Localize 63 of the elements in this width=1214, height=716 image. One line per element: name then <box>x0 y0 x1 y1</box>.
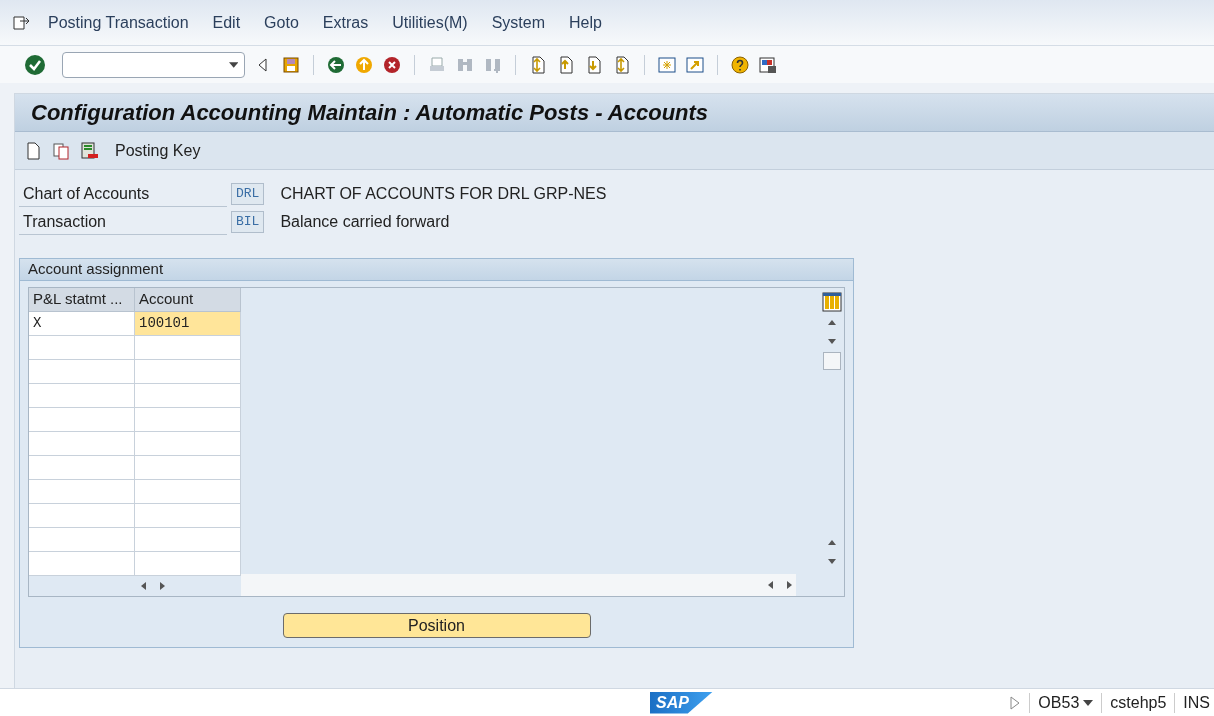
table-cell[interactable] <box>29 480 135 504</box>
table-cell[interactable] <box>29 432 135 456</box>
table-cell[interactable] <box>135 480 241 504</box>
field-description: Balance carried forward <box>280 212 450 232</box>
sap-logo: SAP <box>650 691 713 714</box>
field-description: CHART OF ACCOUNTS FOR DRL GRP-NES <box>280 184 607 204</box>
menu-icon[interactable] <box>12 13 32 32</box>
cancel-icon[interactable] <box>382 54 402 75</box>
table-cell[interactable] <box>135 360 241 384</box>
column-header[interactable]: P&L statmt ... <box>29 288 135 312</box>
expand-icon[interactable] <box>1009 694 1022 711</box>
command-field[interactable] <box>62 51 245 78</box>
dropdown-icon[interactable] <box>228 61 238 68</box>
input-mode: INS <box>1183 692 1211 713</box>
transaction-code: OB53 <box>1038 692 1080 713</box>
table-cell[interactable] <box>135 432 241 456</box>
copy-icon[interactable] <box>51 140 71 161</box>
table-cell[interactable] <box>135 336 241 360</box>
layout-icon[interactable] <box>758 54 778 75</box>
save-icon[interactable] <box>281 54 301 75</box>
position-button[interactable]: Position <box>282 613 591 638</box>
table-cell[interactable] <box>135 408 241 432</box>
table-cell[interactable]: 100101 <box>135 312 241 336</box>
dropdown-icon[interactable] <box>1083 699 1094 706</box>
field-label: Transaction <box>19 209 227 235</box>
table-cell[interactable] <box>29 360 135 384</box>
menu-item[interactable]: Help <box>569 10 602 35</box>
table-cell[interactable] <box>135 384 241 408</box>
menu-item[interactable]: Posting Transaction <box>48 10 189 35</box>
table-cell[interactable] <box>29 384 135 408</box>
menu-item[interactable]: Extras <box>322 10 369 35</box>
table-cell[interactable] <box>29 408 135 432</box>
field-label: Chart of Accounts <box>19 181 227 207</box>
table-cell[interactable] <box>29 336 135 360</box>
menu-item[interactable]: Goto <box>264 10 299 35</box>
scroll-thumb[interactable] <box>823 352 841 370</box>
shortcut-icon[interactable] <box>685 54 705 75</box>
help-icon[interactable] <box>730 54 750 75</box>
table-cell[interactable] <box>135 456 241 480</box>
back-icon[interactable] <box>326 54 346 75</box>
table-cell[interactable] <box>135 504 241 528</box>
table-cell[interactable] <box>135 528 241 552</box>
table-cell[interactable]: X <box>29 312 135 336</box>
table-cell[interactable] <box>29 456 135 480</box>
table-cell[interactable] <box>135 552 241 576</box>
value-field[interactable]: BIL <box>231 211 265 233</box>
column-settings-icon[interactable] <box>822 292 842 312</box>
table-cell[interactable] <box>29 528 135 552</box>
server-name: cstehp5 <box>1110 692 1167 713</box>
menu-item[interactable]: Utilities(M) <box>392 10 468 35</box>
menu-item[interactable]: Edit <box>212 10 241 35</box>
table-cell[interactable] <box>29 552 135 576</box>
new-session-icon[interactable] <box>657 54 677 75</box>
table-cell[interactable] <box>29 504 135 528</box>
menu-item[interactable]: System <box>491 10 546 35</box>
exit-icon[interactable] <box>354 54 374 75</box>
delete-icon[interactable] <box>79 140 99 161</box>
posting-key-button[interactable]: Posting Key <box>115 138 201 163</box>
column-header[interactable]: Account <box>135 288 241 312</box>
enter-icon[interactable] <box>24 53 46 76</box>
window-title: Configuration Accounting Maintain : Automatic Posts - Accounts <box>31 99 709 127</box>
value-field[interactable]: DRL <box>231 183 265 205</box>
group-title: Account assignment <box>28 259 164 280</box>
